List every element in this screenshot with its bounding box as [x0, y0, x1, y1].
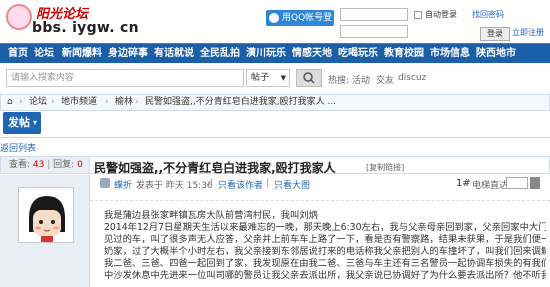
nav-item-edu[interactable]: 教育校园	[384, 44, 424, 64]
thread-stats: 查看: 43 | 回复: 0	[0, 156, 90, 174]
post-paragraph: 奶家，过了大概半个小时左右，我父亲接到东邻居说打来的电话称我父亲把别人的车撞坏了…	[104, 246, 546, 257]
thread-title: 民警如强盗,,不分青红皂白进我家,殴打我家人	[94, 161, 336, 175]
qq-icon	[269, 13, 279, 23]
nav-item-market[interactable]: 市场信息	[430, 44, 470, 64]
floor-input[interactable]	[506, 177, 528, 189]
author-name[interactable]: 蝶折	[114, 178, 132, 191]
nav-item-talk[interactable]: 有话就说	[154, 44, 194, 64]
logo-url[interactable]: bbs. iygw. cn	[32, 20, 139, 36]
post-time: 发表于 昨天 15:36	[136, 181, 213, 191]
qq-login-button[interactable]: 用QQ帐号登录	[266, 10, 334, 39]
jump-button[interactable]	[530, 177, 540, 189]
search-icon	[303, 72, 315, 84]
find-password-link[interactable]: 找回密码	[472, 9, 504, 20]
search-bar: 请输入搜索内容 帖子 ▼ 热搜: 活动 交友 discuz	[0, 66, 550, 90]
search-button[interactable]	[296, 69, 322, 87]
replies-count: 0	[77, 160, 83, 170]
nav-item-food[interactable]: 吃喝玩乐	[338, 44, 378, 64]
new-post-label: 发帖	[8, 116, 30, 129]
breadcrumb-sep: ›	[105, 97, 109, 107]
hot-search-item[interactable]: discuz	[398, 73, 426, 83]
breadcrumb-item[interactable]: 论坛	[29, 95, 47, 110]
floor-number: 1#	[456, 178, 471, 189]
username-input[interactable]	[340, 8, 408, 21]
thread-title-bar: 民警如强盗,,不分青红皂白进我家,殴打我家人 [复制链接]	[90, 156, 550, 175]
avatar-image	[19, 188, 73, 242]
post-paragraph: 2014年12月7日星期天生活以来最难忘的一晚，那天晚上6:30左右，我与父亲母…	[104, 222, 546, 233]
home-icon[interactable]: ⌂	[7, 95, 13, 110]
password-input[interactable]	[340, 25, 408, 38]
avatar[interactable]	[18, 187, 74, 243]
chevron-down-icon: ▼	[280, 74, 286, 82]
breadcrumb-item[interactable]: 地市频道	[61, 95, 97, 110]
jump-to-floor-label: 电梯直达	[472, 181, 509, 191]
divider	[0, 137, 550, 138]
meta-sep: |	[266, 178, 270, 188]
login-button[interactable]: 登录	[480, 27, 510, 41]
remember-checkbox[interactable]	[414, 11, 422, 19]
hot-search-item[interactable]: 交友	[376, 73, 394, 86]
post-content: 我是蒲边县张家畔镇瓦房大队前营湾村民，我叫刘炳 2014年12月7日星期天生活以…	[104, 210, 546, 282]
new-post-button[interactable]: 发帖 ▾	[3, 112, 41, 134]
views-count: 43	[32, 160, 45, 170]
breadcrumb-sep: ›	[19, 97, 23, 107]
post-paragraph: 中沙发休息中先进来一位叫司哪的警员让我父亲去派出所，我父亲说已协调好了为什么要去…	[104, 270, 546, 281]
big-pic-link[interactable]: 只看大图	[274, 178, 310, 191]
nav-item-home[interactable]: 首页	[8, 44, 28, 64]
nav-item-fun[interactable]: 潢川玩乐	[246, 44, 286, 64]
qq-login-label: 用QQ帐号登录	[282, 13, 333, 39]
main-nav: 首页 论坛 新闻爆料 身边碎事 有话就说 全民乱拍 潢川玩乐 情感天地 吃喝玩乐…	[0, 43, 550, 63]
breadcrumb: ⌂ › 论坛 › 地市频道 › 榆林 › 民警如强盗,,不分青红皂白进我家,殴打…	[0, 94, 550, 111]
replies-label: 回复:	[53, 160, 75, 170]
logo-icon	[6, 4, 32, 30]
nav-item-emotion[interactable]: 情感天地	[292, 44, 332, 64]
hot-search-item[interactable]: 活动	[352, 73, 370, 86]
nav-item-forum[interactable]: 论坛	[34, 44, 54, 64]
post-paragraph: 我是蒲边县张家畔镇瓦房大队前营湾村民，我叫刘炳	[104, 210, 318, 221]
breadcrumb-current[interactable]: 民警如强盗,,不分青红皂白进我家,殴打我家人 ...	[145, 95, 336, 110]
divider	[90, 200, 550, 201]
post-paragraph: 见过的车，叫了很多声无人应答，父亲并上前车车上路了一下，看是否有警察路，结果未获…	[104, 234, 546, 245]
views-label: 查看:	[9, 160, 31, 170]
post-meta: 蝶折 发表于 昨天 15:36 | 只看该作者 | 只看大图 1# 电梯直达	[90, 177, 550, 192]
search-type-label: 帖子	[251, 73, 270, 83]
remember-label: 自动登录	[425, 10, 457, 19]
nav-item-cities[interactable]: 陕西地市	[476, 44, 516, 64]
nav-item-local[interactable]: 身边碎事	[108, 44, 148, 64]
site-header: 阳光论坛 bbs. iygw. cn 用QQ帐号登录 自动登录 找回密码 立即注…	[0, 0, 550, 42]
back-to-list-link[interactable]: 返回列表	[0, 141, 36, 154]
post-paragraph: 我二爸、三爸、四爸一起回到了家，我发现原在由我二爸、三爸与车主还有三名警员一起协…	[104, 258, 546, 269]
breadcrumb-item[interactable]: 榆林	[115, 95, 133, 110]
nav-item-photos[interactable]: 全民乱拍	[200, 44, 240, 64]
search-type-select[interactable]: 帖子 ▼	[246, 69, 290, 87]
stats-sep: |	[47, 160, 51, 170]
chevron-down-icon: ▾	[32, 118, 37, 127]
author-sidebar	[0, 175, 90, 287]
hot-search-label: 热搜:	[328, 76, 350, 86]
meta-sep: |	[210, 178, 214, 188]
user-icon	[100, 178, 110, 188]
only-author-link[interactable]: 只看该作者	[218, 178, 263, 191]
nav-item-news[interactable]: 新闻爆料	[62, 44, 102, 64]
copy-link[interactable]: [复制链接]	[366, 162, 404, 173]
register-link[interactable]: 立即注册	[512, 27, 544, 38]
breadcrumb-sep: ›	[51, 97, 55, 107]
breadcrumb-sep: ›	[135, 97, 139, 107]
search-input[interactable]: 请输入搜索内容	[6, 69, 244, 87]
